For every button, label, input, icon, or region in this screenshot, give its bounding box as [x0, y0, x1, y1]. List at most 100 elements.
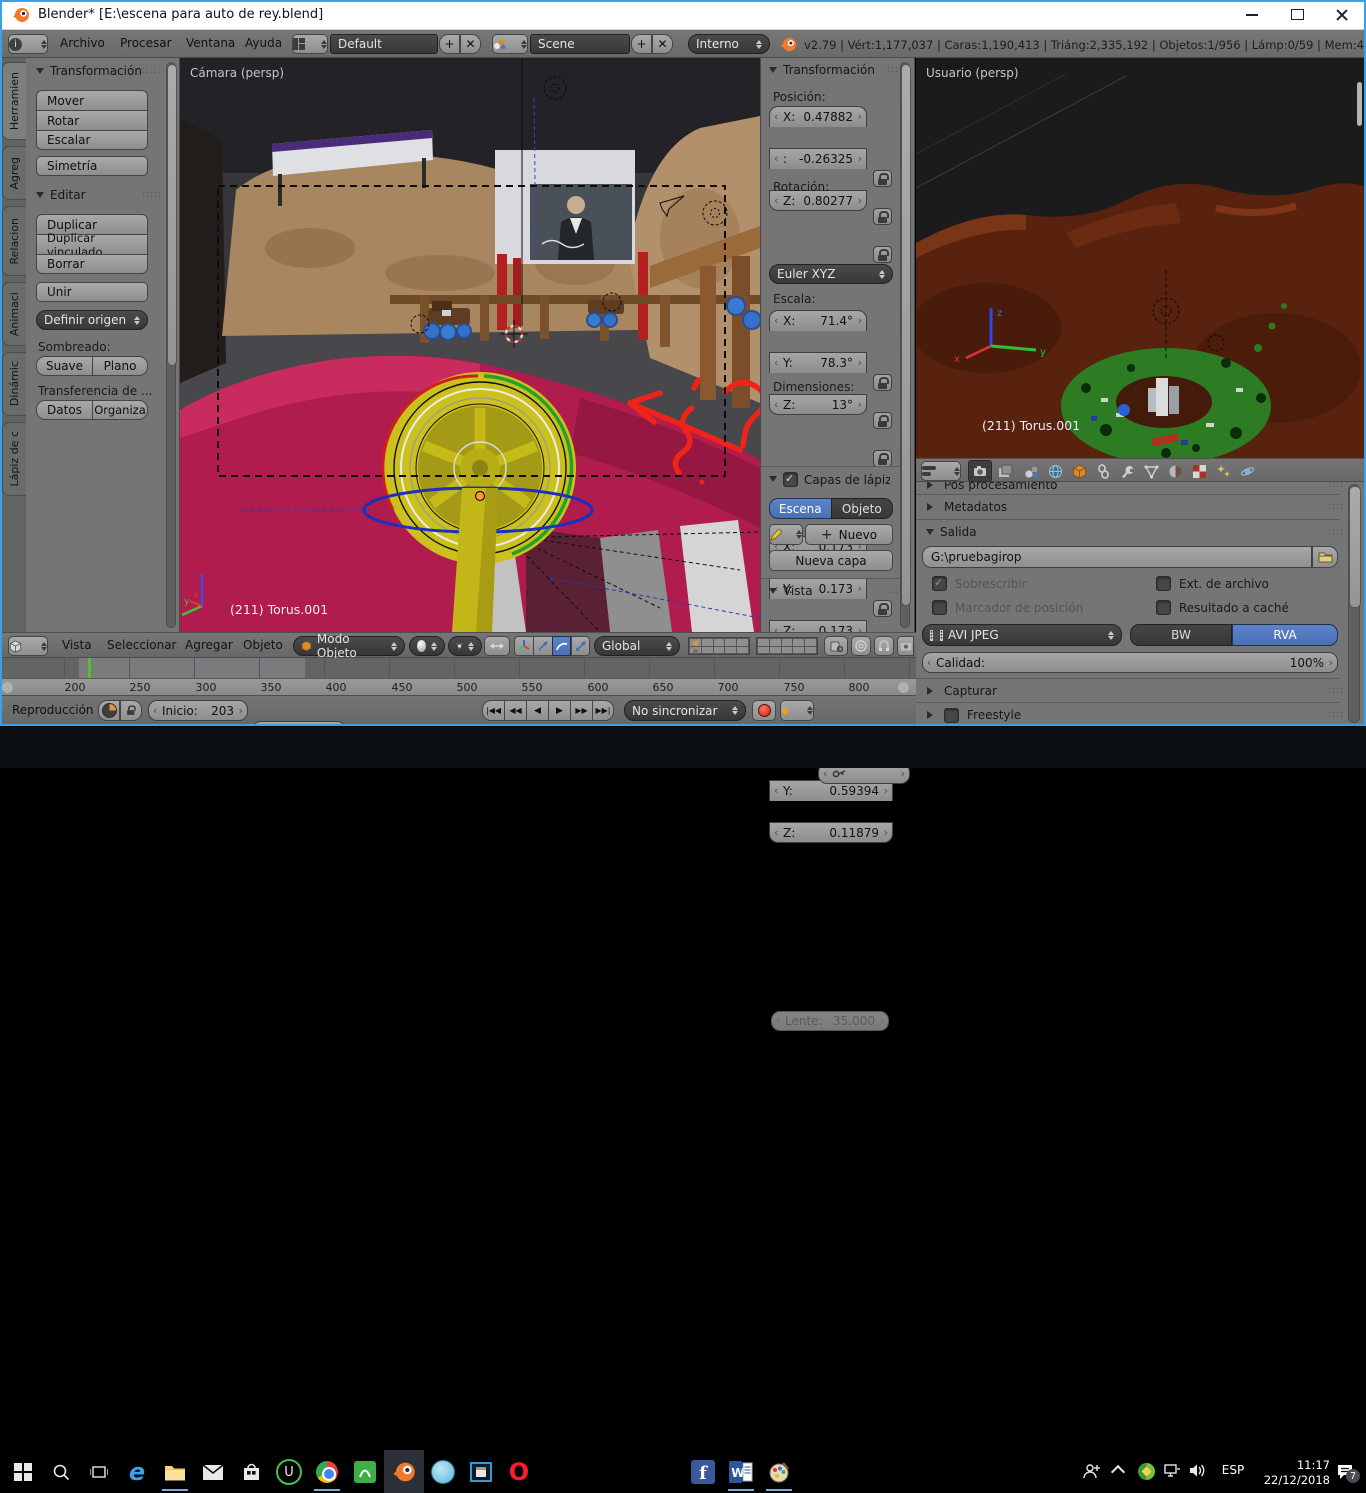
globe-app-icon[interactable] [428, 1455, 458, 1489]
menu-vista[interactable]: Vista [62, 638, 92, 652]
resultado-row[interactable]: Resultado a caché [1156, 600, 1289, 615]
objeto-toggle[interactable]: Objeto [831, 498, 894, 519]
close-button[interactable] [1322, 0, 1362, 29]
definir-origen-dropdown[interactable]: Definir origen [36, 310, 148, 330]
lock-posicion-z[interactable] [873, 246, 892, 263]
maximize-button[interactable] [1277, 0, 1317, 29]
output-path-field[interactable]: G:\pruebagirop [922, 546, 1312, 568]
sync-dropdown[interactable]: No sincronizar [624, 700, 746, 721]
gpencil-nuevo-button[interactable]: +Nuevo [805, 524, 893, 545]
paint-icon[interactable] [764, 1455, 794, 1489]
object-tab[interactable] [1068, 462, 1090, 480]
timeline-ruler[interactable]: 200 250 300 350 400 450 500 550 600 650 … [0, 678, 916, 695]
snap-button[interactable] [874, 636, 894, 656]
tray-chevron-icon[interactable] [1113, 1463, 1123, 1477]
jump-to-end-button[interactable]: ▶▶| [592, 700, 614, 721]
shading-dropdown[interactable] [409, 636, 445, 656]
render-tab[interactable] [968, 460, 992, 482]
ext-archivo-row[interactable]: Ext. de archivo [1156, 576, 1269, 591]
panel-grip[interactable]: :::: [1328, 502, 1344, 512]
rotacion-z-field[interactable]: Z:13° [769, 394, 867, 415]
language-indicator[interactable]: ESP [1216, 1463, 1250, 1477]
world-tab[interactable] [1044, 462, 1066, 480]
menu-reproduccion[interactable]: Reproducción [12, 703, 94, 717]
scene-add-button[interactable]: + [631, 34, 652, 54]
play-button[interactable]: ▶ [548, 700, 570, 721]
tab-herramientas[interactable]: Herramien [2, 62, 26, 140]
lock-rotacion-x[interactable] [873, 374, 892, 391]
posicion-x-field[interactable]: X:0.47882 [769, 106, 867, 127]
panel-header-salida[interactable]: Salida:::: [924, 523, 1344, 541]
lock-escala-x[interactable] [873, 600, 892, 617]
menu-ayuda[interactable]: Ayuda [245, 36, 282, 50]
lock-posicion-y[interactable] [873, 208, 892, 225]
menu-agregar[interactable]: Agregar [185, 638, 233, 652]
layout-name-field[interactable]: Default [330, 34, 438, 54]
modifiers-tab[interactable] [1116, 462, 1138, 480]
layout-browse-button[interactable] [292, 34, 328, 54]
suave-button[interactable]: Suave [36, 356, 92, 376]
sobrescribir-checkbox[interactable] [932, 576, 947, 591]
notification-center-icon[interactable]: 7 [1336, 1463, 1356, 1481]
output-path-browse-button[interactable] [1312, 546, 1338, 568]
panel-header-vista[interactable]: Vista:::: [767, 584, 903, 598]
organiza-button[interactable]: Organiza [92, 400, 148, 420]
tray-volume-icon[interactable] [1189, 1463, 1207, 1478]
tray-shield-icon[interactable] [1138, 1463, 1155, 1480]
tab-relaciones[interactable]: Relacion [2, 206, 26, 276]
tab-animacion[interactable]: Animaci [2, 282, 26, 346]
unir-button[interactable]: Unir [36, 282, 148, 302]
nueva-capa-button[interactable]: Nueva capa [769, 550, 893, 571]
n-panel-scrollbar[interactable] [900, 62, 910, 628]
constraints-tab[interactable] [1092, 462, 1114, 480]
mover-button[interactable]: Mover [36, 90, 148, 110]
user-viewport[interactable]: zyx Usuario (persp) (211) Torus.001 [916, 58, 1366, 458]
clock-tray[interactable]: 11:17 22/12/2018 [1258, 1454, 1330, 1490]
menu-seleccionar[interactable]: Seleccionar [107, 638, 176, 652]
rotacion-x-field[interactable]: X:71.4° [769, 310, 867, 331]
store-icon[interactable] [236, 1455, 266, 1489]
chrome-icon[interactable] [312, 1455, 342, 1489]
proportional-edit-button[interactable] [851, 636, 871, 656]
video-editor-icon[interactable] [466, 1455, 496, 1489]
menu-ventana[interactable]: Ventana [186, 36, 235, 50]
datos-button[interactable]: Datos [36, 400, 92, 420]
gpencil-checkbox[interactable] [783, 472, 798, 487]
people-tray-icon[interactable] [1083, 1463, 1101, 1479]
marcador-row[interactable]: Marcador de posición [932, 600, 1083, 615]
minimize-button[interactable] [1232, 0, 1272, 29]
pivot-align-button[interactable] [484, 636, 510, 656]
blender-taskbar-active[interactable] [384, 1450, 424, 1493]
simetria-button[interactable]: Simetría [36, 156, 148, 176]
panel-grip[interactable]: :::: [1328, 527, 1344, 537]
scene-tab[interactable] [1020, 462, 1042, 480]
search-button[interactable] [46, 1455, 76, 1489]
scrollbar-thumb[interactable] [167, 64, 177, 366]
playhead[interactable] [88, 658, 91, 678]
rva-toggle[interactable]: RVA [1232, 624, 1338, 646]
panel-grip[interactable]: :::: [1328, 710, 1344, 720]
texture-tab[interactable] [1188, 462, 1210, 480]
rotation-mode-dropdown[interactable]: Euler XYZ [769, 264, 893, 284]
jump-to-start-button[interactable]: |◀◀ [482, 700, 504, 721]
start-button[interactable] [8, 1455, 38, 1489]
manipulator-scale-button[interactable] [571, 636, 590, 656]
tab-lapiz[interactable]: Lápiz de c [2, 422, 26, 496]
manipulator-translate-button[interactable] [514, 636, 533, 656]
data-tab[interactable] [1140, 462, 1162, 480]
record-button[interactable] [752, 700, 776, 721]
layout-delete-button[interactable]: ✕ [460, 34, 481, 54]
gpencil-pencil-dropdown[interactable] [769, 524, 803, 545]
layout-add-button[interactable]: + [439, 34, 460, 54]
scene-browse-button[interactable] [492, 34, 528, 54]
mode-dropdown[interactable]: Modo Objeto [293, 636, 405, 656]
tool-shelf-scrollbar[interactable] [166, 62, 176, 628]
dimensiones-z-field[interactable]: Z:0.11879 [769, 822, 893, 843]
physics-tab[interactable] [1236, 462, 1258, 480]
panel-header-transformacion[interactable]: Transformación::::: [34, 64, 162, 78]
manipulator-move-button[interactable] [533, 636, 552, 656]
time-cursor-button[interactable] [98, 700, 120, 721]
marcador-checkbox[interactable] [932, 600, 947, 615]
file-format-dropdown[interactable]: AVI JPEG [922, 624, 1122, 646]
lock-posicion-x[interactable] [873, 170, 892, 187]
